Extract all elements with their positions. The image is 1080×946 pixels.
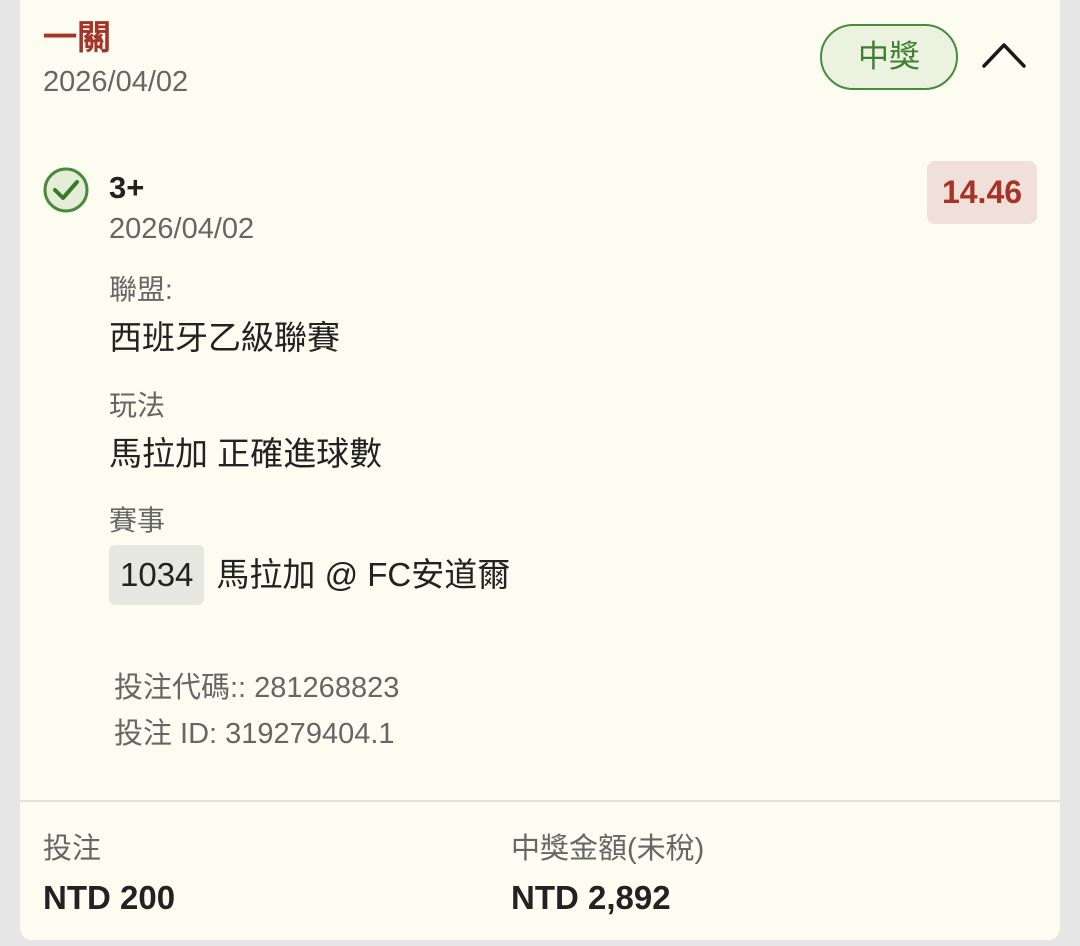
bet-code: 投注代碼:: 281268823 — [114, 672, 400, 704]
event-label: 賽事 — [109, 505, 166, 536]
selection-date: 2026/04/02 — [109, 213, 255, 245]
odds-badge: 14.46 — [927, 161, 1037, 224]
ticket-date: 2026/04/02 — [43, 66, 189, 98]
event-row: 1034 馬拉加 @ FC安道爾 — [109, 545, 510, 605]
payout-value: NTD 2,892 — [511, 879, 671, 916]
bet-ticket-card: 一關 2026/04/02 中獎 3+ 2026/04/02 14.46 聯盟:… — [20, 0, 1060, 940]
stake-label: 投注 — [43, 833, 102, 865]
market-value: 馬拉加 正確進球數 — [109, 435, 383, 472]
divider — [20, 800, 1060, 802]
event-name: 馬拉加 @ FC安道爾 — [216, 556, 511, 593]
ticket-type-title: 一關 — [43, 19, 111, 57]
league-value: 西班牙乙級聯賽 — [109, 319, 340, 356]
check-circle-icon — [42, 166, 90, 214]
stake-value: NTD 200 — [43, 879, 176, 916]
payout-label: 中獎金額(未稅) — [511, 833, 705, 865]
event-number-badge: 1034 — [109, 545, 205, 605]
chevron-up-icon — [982, 43, 1026, 68]
league-label: 聯盟: — [109, 274, 173, 305]
status-badge: 中獎 — [820, 24, 958, 90]
bet-id: 投注 ID: 319279404.1 — [114, 718, 395, 750]
market-label: 玩法 — [109, 390, 166, 421]
collapse-button[interactable] — [978, 32, 1030, 78]
selection-pick: 3+ — [109, 170, 145, 205]
